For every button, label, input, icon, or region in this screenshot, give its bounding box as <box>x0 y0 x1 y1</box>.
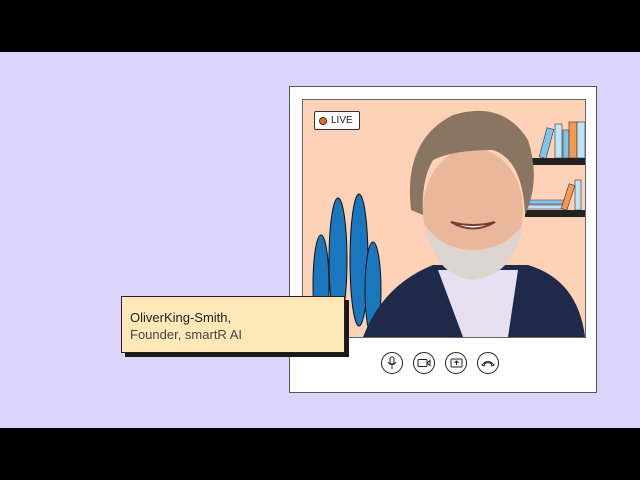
speaker-name-card: OliverKing-Smith, Founder, smartR AI <box>121 296 345 353</box>
live-label: LIVE <box>331 115 353 126</box>
call-controls <box>381 352 499 374</box>
speaker-name: OliverKing-Smith, <box>130 310 232 325</box>
microphone-icon <box>387 356 397 369</box>
speaker-title: Founder, smartR AI <box>130 327 242 342</box>
share-screen-button[interactable] <box>445 352 467 374</box>
live-badge: LIVE <box>314 111 360 130</box>
hang-up-button[interactable] <box>477 352 499 374</box>
microphone-button[interactable] <box>381 352 403 374</box>
hang-up-icon <box>481 361 495 367</box>
video-scene <box>312 110 585 337</box>
live-dot-icon <box>319 116 327 125</box>
share-screen-icon <box>450 358 462 367</box>
camera-button[interactable] <box>413 352 435 374</box>
video-camera-icon <box>417 359 431 367</box>
speaker-photo <box>363 110 585 337</box>
